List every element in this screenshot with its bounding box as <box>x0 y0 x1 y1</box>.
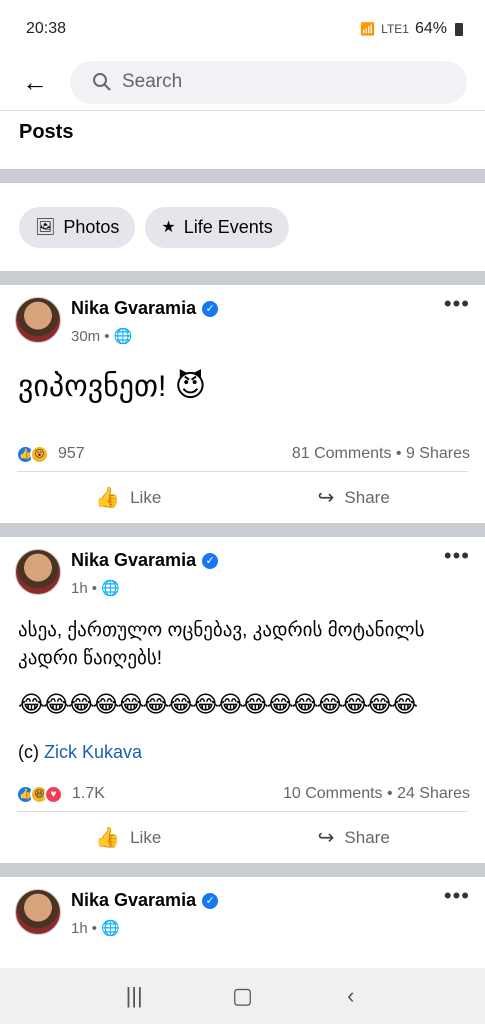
back-icon[interactable]: ‹ <box>331 983 371 1009</box>
thumbs-up-icon: 👍 <box>95 827 121 849</box>
life-events-chip[interactable]: ★ Life Events <box>145 206 289 248</box>
separator: • <box>387 785 393 802</box>
emoji-row: 😂😂😂😂😂😂😂😂😂😂😂😂😂😂😂😂 <box>18 691 418 717</box>
system-nav-bar: ||| ▢ ‹ <box>0 968 485 1024</box>
shares-count[interactable]: 9 Shares <box>406 445 470 462</box>
wifi-icon: 📶 <box>360 22 376 36</box>
filter-chips: 🖼 Photos ★ Life Events <box>0 183 485 271</box>
post-time[interactable]: 1h <box>71 580 88 597</box>
chip-label: Photos <box>63 216 120 237</box>
post-stats: 👍 😮 957 81 Comments • 9 Shares <box>15 437 470 471</box>
post-divider <box>0 271 485 285</box>
reaction-count: 1.7K <box>72 785 105 802</box>
separator: • <box>91 919 97 937</box>
photos-icon: 🖼 <box>35 219 56 236</box>
avatar[interactable] <box>15 889 61 935</box>
network-label: LTE1 <box>381 22 409 36</box>
post-time[interactable]: 1h <box>71 920 88 937</box>
section-divider <box>0 169 485 183</box>
verified-badge-icon: ✓ <box>202 892 219 909</box>
credit-prefix: (c) <box>18 742 39 762</box>
author-name[interactable]: Nika Gvaramia <box>71 550 196 571</box>
separator: • <box>395 445 402 462</box>
post-header: Nika Gvaramia ✓ 1h • 🌐 ••• <box>15 537 470 607</box>
separator: • <box>104 327 110 345</box>
post-time[interactable]: 30m <box>71 328 100 345</box>
post-text: ასეა, ქართულო ოცნებავ, კადრის მოტანილს კ… <box>18 620 425 669</box>
photos-chip[interactable]: 🖼 Photos <box>19 206 136 248</box>
verified-badge-icon: ✓ <box>202 300 219 317</box>
status-time: 20:38 <box>26 20 67 37</box>
comments-count[interactable]: 10 Comments <box>283 785 383 802</box>
reactions-summary[interactable]: 👍 😆 ♥ 1.7K <box>16 784 105 804</box>
search-placeholder: Search <box>122 71 183 92</box>
recent-apps-icon[interactable]: ||| <box>114 983 154 1009</box>
globe-icon: 🌐 <box>100 920 120 937</box>
share-arrow-icon: ↪ <box>317 827 335 849</box>
more-options-icon[interactable]: ••• <box>444 883 470 909</box>
back-arrow-icon[interactable]: ← <box>22 67 48 98</box>
credit-line: (c) Zick Kukava <box>15 718 470 763</box>
post-meta: 1h • 🌐 <box>71 919 444 938</box>
status-icons: 📶 LTE1 64% <box>360 20 463 38</box>
author-name[interactable]: Nika Gvaramia <box>71 890 196 911</box>
battery-icon <box>455 22 463 36</box>
comments-count[interactable]: 81 Comments <box>292 445 392 462</box>
globe-icon: 🌐 <box>113 328 133 345</box>
post-header: Nika Gvaramia ✓ 30m • 🌐 ••• <box>15 285 470 355</box>
post-meta: 30m • 🌐 <box>71 327 444 346</box>
like-label: Like <box>130 827 162 847</box>
more-options-icon[interactable]: ••• <box>444 543 470 569</box>
share-button[interactable]: ↪ Share <box>318 485 390 510</box>
thumbs-up-icon: 👍 <box>95 487 121 509</box>
section-title: Posts <box>19 121 74 143</box>
post-card: Nika Gvaramia ✓ 1h • 🌐 ••• <box>0 877 485 947</box>
post-actions: 👍 Like ↪ Share <box>17 811 468 863</box>
shares-count[interactable]: 24 Shares <box>397 785 470 802</box>
post-divider <box>0 863 485 877</box>
like-button[interactable]: 👍 Like <box>95 825 161 850</box>
globe-icon: 🌐 <box>100 580 120 597</box>
separator: • <box>91 579 97 597</box>
like-label: Like <box>130 487 162 507</box>
post-header: Nika Gvaramia ✓ 1h • 🌐 ••• <box>15 877 470 947</box>
battery-percent: 64% <box>414 20 447 37</box>
avatar[interactable] <box>15 549 61 595</box>
post-text: ვიპოვნეთ! 😈 <box>18 370 206 403</box>
post-card: Nika Gvaramia ✓ 1h • 🌐 ••• ასეა, ქართულო… <box>0 537 485 863</box>
post-actions: 👍 Like ↪ Share <box>17 471 468 523</box>
share-label: Share <box>344 487 390 507</box>
reactions-summary[interactable]: 👍 😮 957 <box>16 444 85 464</box>
share-button[interactable]: ↪ Share <box>318 825 390 850</box>
home-icon[interactable]: ▢ <box>222 983 262 1009</box>
search-row: ← Search <box>0 58 485 106</box>
post-card: Nika Gvaramia ✓ 30m • 🌐 ••• ვიპოვნეთ! 😈 … <box>0 285 485 523</box>
author-name[interactable]: Nika Gvaramia <box>71 298 196 319</box>
reaction-count: 957 <box>58 445 85 462</box>
share-arrow-icon: ↪ <box>317 487 335 509</box>
search-input[interactable]: Search <box>70 60 467 104</box>
post-meta: 1h • 🌐 <box>71 579 444 598</box>
more-options-icon[interactable]: ••• <box>444 291 470 317</box>
post-stats: 👍 😆 ♥ 1.7K 10 Comments • 24 Shares <box>15 777 470 811</box>
verified-badge-icon: ✓ <box>202 552 219 569</box>
credit-link[interactable]: Zick Kukava <box>44 742 142 762</box>
love-reaction-icon: ♥ <box>44 784 63 804</box>
wow-reaction-icon: 😮 <box>30 444 49 464</box>
chip-label: Life Events <box>183 216 273 237</box>
share-label: Share <box>344 827 390 847</box>
like-button[interactable]: 👍 Like <box>95 485 161 510</box>
star-flag-icon: ★ <box>161 219 176 236</box>
search-icon <box>93 73 111 91</box>
status-bar: 20:38 📶 LTE1 64% <box>0 0 485 58</box>
post-divider <box>0 523 485 537</box>
avatar[interactable] <box>15 297 61 343</box>
